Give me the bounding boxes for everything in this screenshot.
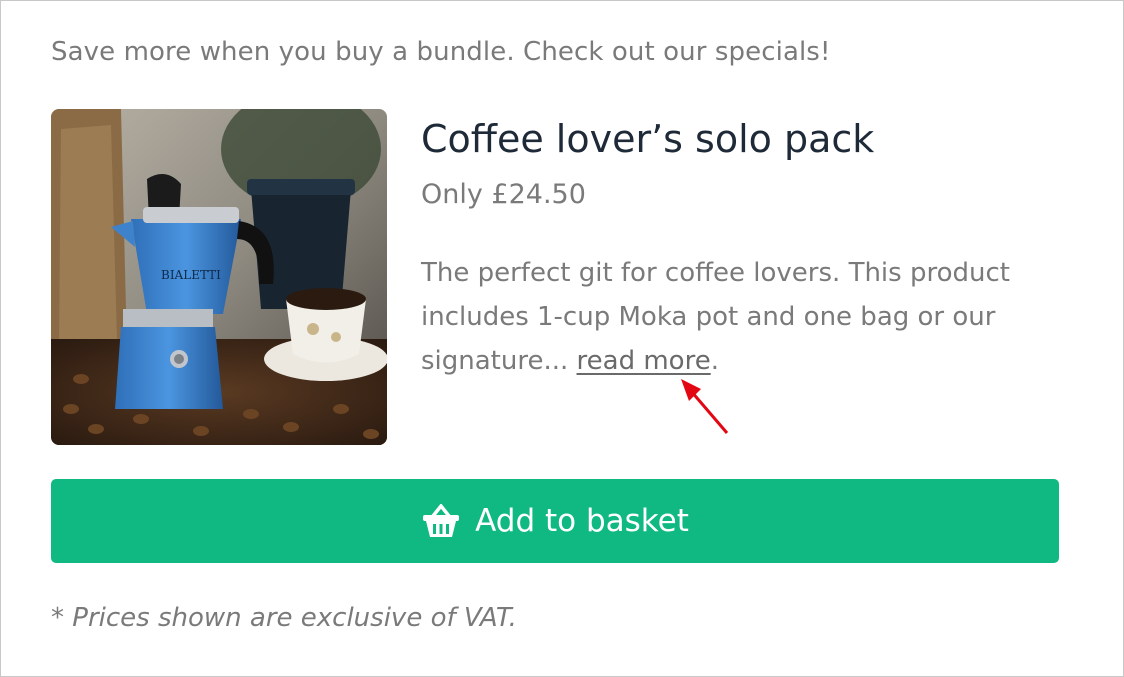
basket-icon — [421, 504, 461, 538]
product-price: Only £24.50 — [421, 179, 586, 210]
product-description: The perfect git for coffee lovers. This … — [421, 251, 1041, 383]
product-card: Save more when you buy a bundle. Check o… — [0, 0, 1124, 677]
product-title: Coffee lover’s solo pack — [421, 117, 875, 161]
svg-text:BIALETTI: BIALETTI — [161, 268, 221, 282]
moka-pot-photo: BIALETTI — [51, 109, 387, 445]
add-to-basket-label: Add to basket — [475, 503, 689, 539]
vat-footnote: * Prices shown are exclusive of VAT. — [51, 603, 517, 633]
annotation-arrow-icon — [681, 379, 729, 434]
add-to-basket-button[interactable]: Add to basket — [51, 479, 1059, 563]
promo-text: Save more when you buy a bundle. Check o… — [51, 37, 831, 67]
product-image: BIALETTI — [51, 109, 387, 445]
